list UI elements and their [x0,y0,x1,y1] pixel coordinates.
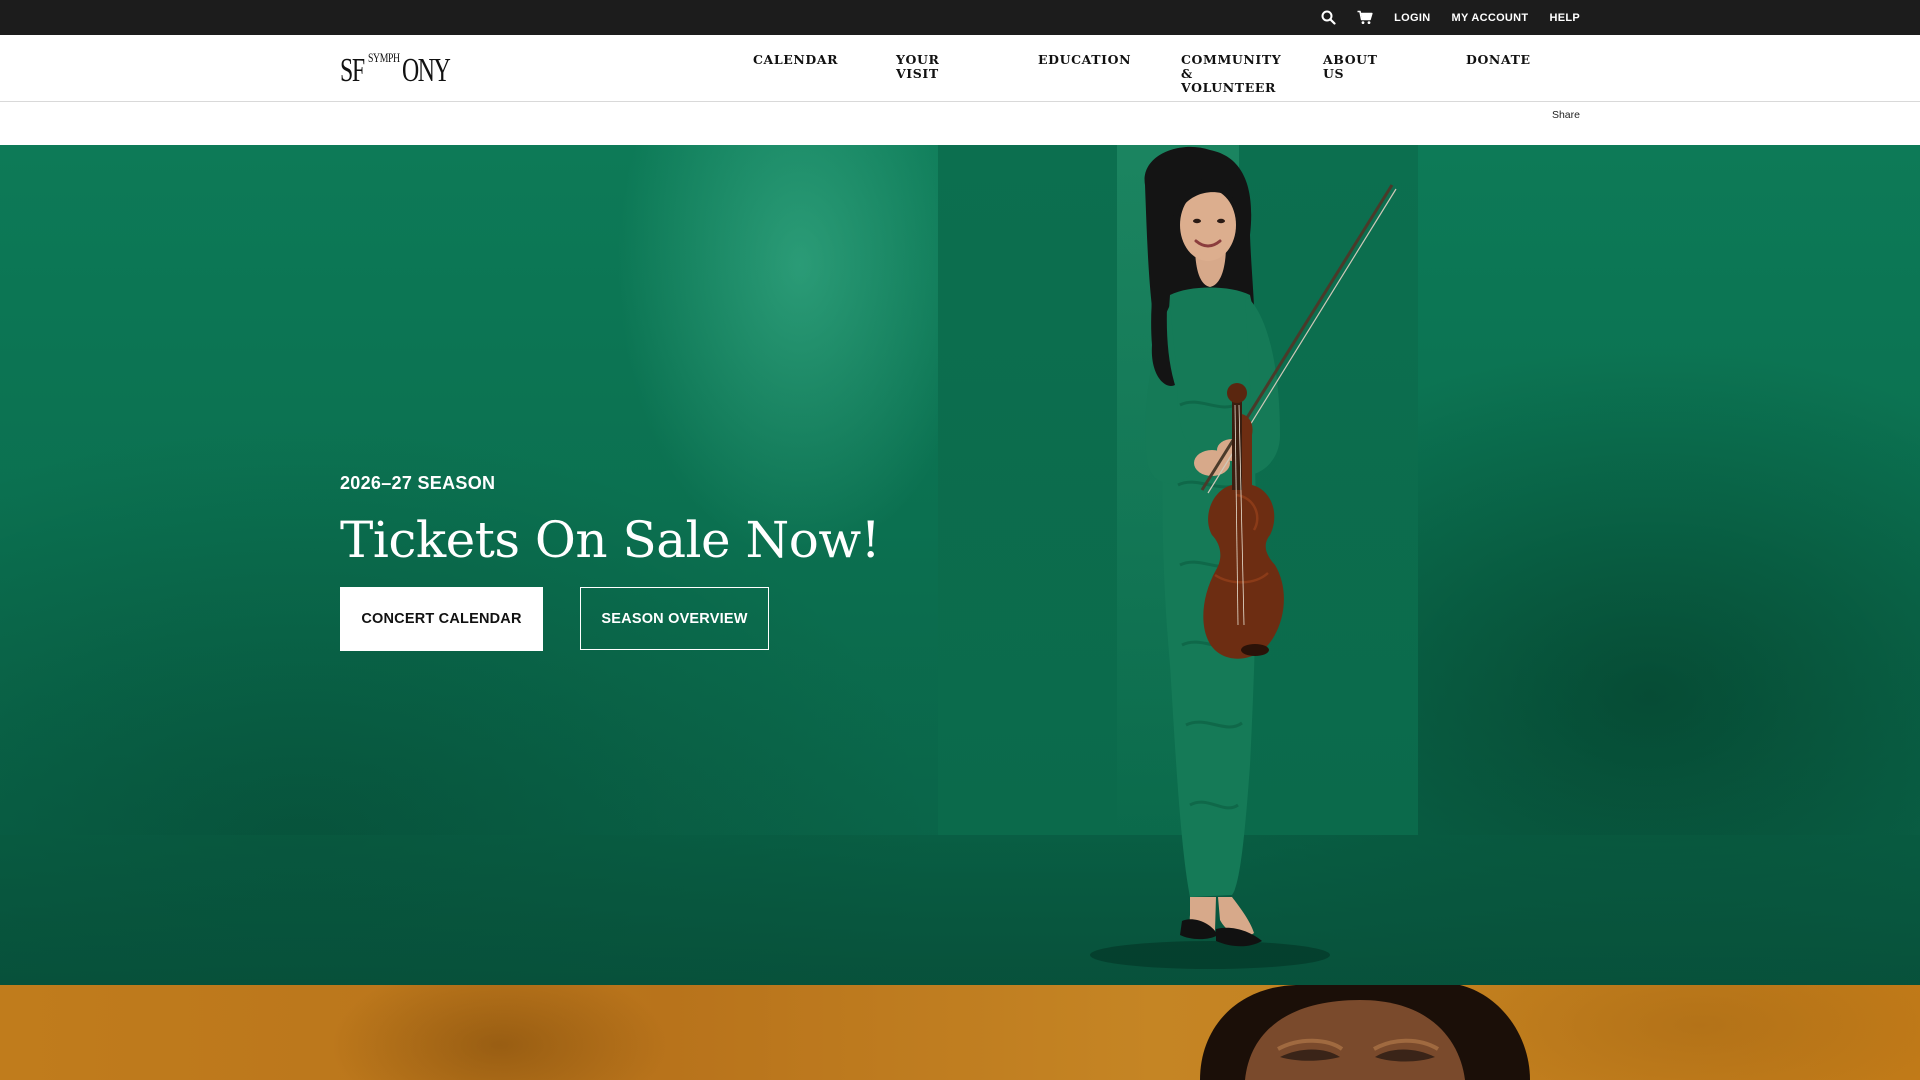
hero-title: Tickets On Sale Now! [340,511,881,569]
hero-floor [0,835,1920,985]
concert-calendar-button[interactable]: CONCERT CALENDAR [340,587,543,651]
season-eyebrow: 2026–27 SEASON [340,473,496,493]
hero-banner: 2026–27 SEASON Tickets On Sale Now! CONC… [0,145,1920,985]
performer-photo [1200,985,1530,1080]
nav-about-us[interactable]: ABOUT US [1323,53,1378,81]
nav-your-visit[interactable]: YOUR VISIT [896,53,940,81]
search-icon[interactable] [1321,10,1336,25]
sfsymphony-logo[interactable]: SF SYMPH ONY [340,48,470,88]
utility-links: LOGIN MY ACCOUNT HELP [1321,0,1580,35]
main-header: SF SYMPH ONY CALENDAR YOUR VISIT EDUCATI… [0,35,1920,102]
share-strip: Share [0,102,1920,145]
nav-donate[interactable]: DONATE [1466,53,1531,67]
login-link[interactable]: LOGIN [1394,12,1430,24]
hero-content: 2026–27 SEASON Tickets On Sale Now! [340,473,881,570]
my-account-link[interactable]: MY ACCOUNT [1452,12,1529,24]
help-link[interactable]: HELP [1549,12,1580,24]
season-overview-button[interactable]: SEASON OVERVIEW [580,587,769,650]
nav-education[interactable]: EDUCATION [1038,53,1131,67]
logo-sf: SF [340,52,365,89]
logo-ony: ONY [402,52,451,89]
utility-bar: LOGIN MY ACCOUNT HELP [0,0,1920,35]
nav-community-volunteer[interactable]: COMMUNITY & VOLUNTEER [1181,53,1281,95]
next-section-banner [0,985,1920,1080]
hero-cta-row: CONCERT CALENDAR SEASON OVERVIEW [340,587,769,651]
logo-symph: SYMPH [367,50,400,65]
nav-calendar[interactable]: CALENDAR [753,53,838,67]
share-link[interactable]: Share [1552,109,1580,121]
violinist-photo [1090,146,1397,969]
cart-icon[interactable] [1357,10,1373,25]
